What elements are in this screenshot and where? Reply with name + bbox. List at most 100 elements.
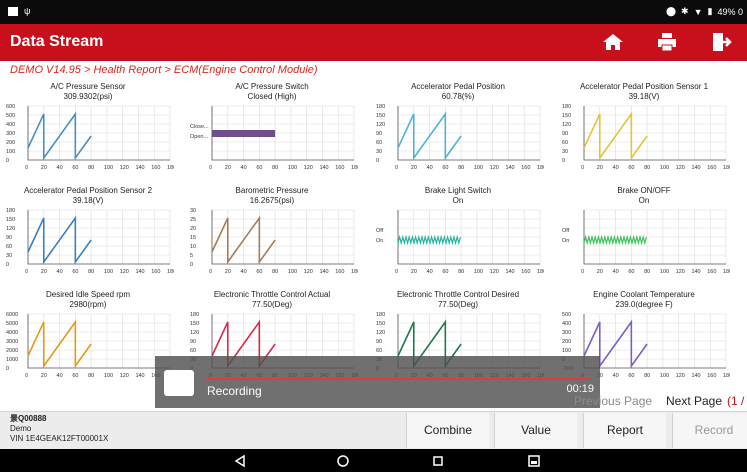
chart-plot: Close... Open... 0 20 40 60 80 100 120 140 160 180: [190, 105, 358, 171]
chart-value: 77.50(Deg): [251, 300, 293, 309]
x-tick-label: 80: [88, 373, 94, 379]
y-tick-label: 120: [6, 226, 15, 232]
combine-button[interactable]: Combine: [406, 413, 489, 448]
x-tick-label: 100: [104, 165, 113, 171]
y-tick-label: 0: [376, 158, 379, 164]
chart-plot: Off On 0 20 40 60 80 100 120 140 160 180: [376, 209, 544, 275]
x-tick-label: 160: [335, 269, 344, 275]
x-tick-label: 40: [613, 373, 619, 379]
y-tick-label: 60: [376, 348, 382, 354]
x-tick-label: 60: [628, 373, 634, 379]
chart-title: Accelerator Pedal Position Sensor 1: [579, 82, 709, 91]
data-stream-chart[interactable]: Brake Light Switch On Off On 0 20 40 60 80 100 120…: [372, 186, 544, 286]
chart-value: 239.0(degree F): [615, 300, 673, 309]
x-tick-label: 100: [104, 269, 113, 275]
page-title: Data Stream: [10, 33, 104, 50]
chart-title: Engine Coolant Temperature: [593, 290, 695, 299]
y-tick-label: 180: [376, 312, 385, 318]
notification-icon: [8, 6, 18, 16]
x-tick-label: 140: [691, 373, 700, 379]
home-icon[interactable]: [600, 30, 626, 54]
chart-plot: 180 150 120 90 60 30 0 0 20 40 60 80 100 120 140 160 180: [6, 208, 174, 275]
screenshot-icon[interactable]: [527, 454, 541, 468]
chart-title: Accelerator Pedal Position Sensor 2: [23, 186, 153, 195]
x-tick-label: 180: [351, 165, 358, 171]
data-stream-chart[interactable]: A/C Pressure Sensor 309.9302(psi) 600 500 40…: [2, 82, 174, 182]
x-tick-label: 140: [135, 373, 144, 379]
x-tick-label: 80: [272, 269, 278, 275]
stop-recording-button[interactable]: [164, 370, 194, 396]
chart-plot: 180 150 120 90 60 30 0 0 20 40 60 80 100 120 140 160 180: [376, 104, 544, 171]
y-tick-label: 300: [6, 131, 15, 137]
x-tick-label: 140: [319, 165, 328, 171]
data-stream-chart[interactable]: Barometric Pressure 16.2675(psi) 30 25 20 15 1…: [186, 186, 358, 286]
chart-plot: 180 150 120 90 60 30 0 0 20 40 60 80 100 120 140 160 180: [562, 104, 730, 171]
x-tick-label: 120: [304, 165, 313, 171]
x-tick-label: 20: [597, 269, 603, 275]
data-stream-chart[interactable]: Accelerator Pedal Position 60.78(%) 180 150…: [372, 82, 544, 182]
x-tick-label: 20: [411, 165, 417, 171]
x-tick-label: 0: [25, 373, 28, 379]
home-nav-icon[interactable]: [336, 454, 350, 468]
y-tick-label: Close...: [190, 124, 209, 130]
y-tick-label: 180: [190, 312, 199, 318]
next-page-button[interactable]: Next Page: [666, 394, 722, 408]
data-stream-chart[interactable]: Brake ON/OFF On Off On 0 20 40 60 80 100 120 140 160…: [558, 186, 730, 286]
y-tick-label: 180: [562, 104, 571, 110]
x-tick-label: 180: [167, 165, 174, 171]
recents-icon[interactable]: [431, 454, 445, 468]
x-tick-label: 180: [723, 373, 730, 379]
y-tick-label: 200: [562, 339, 571, 345]
x-tick-label: 80: [88, 269, 94, 275]
y-tick-label: 120: [190, 330, 199, 336]
record-button[interactable]: Record: [672, 413, 747, 448]
y-tick-label: 90: [6, 235, 12, 241]
vehicle-id: 景Q00888: [10, 414, 47, 423]
data-stream-chart[interactable]: Desired Idle Speed rpm 2980(rpm) 6000 5000 4…: [2, 290, 174, 390]
back-icon[interactable]: [233, 454, 247, 468]
chart-value: On: [452, 196, 464, 205]
y-tick-label: 500: [6, 113, 15, 119]
chart-title: Desired Idle Speed rpm: [45, 290, 131, 299]
value-button[interactable]: Value: [494, 413, 577, 448]
data-stream-chart[interactable]: Accelerator Pedal Position Sensor 1 39.18…: [558, 82, 730, 182]
y-tick-label: 120: [376, 330, 385, 336]
chart-plot: 30 25 20 15 10 5 0 0 20 40 60 80 100 120 140 160 180: [190, 208, 358, 275]
y-tick-label: 120: [376, 122, 385, 128]
chart-title: Accelerator Pedal Position: [411, 82, 505, 91]
chart-plot: 6000 5000 4000 3000 2000 1000 0 0 20 40 60 80 100 120…: [6, 312, 174, 379]
x-tick-label: 180: [537, 165, 544, 171]
x-tick-label: 0: [25, 165, 28, 171]
x-tick-label: 120: [120, 269, 129, 275]
title-bar: Data Stream: [0, 24, 747, 61]
y-tick-label: 90: [376, 131, 382, 137]
x-tick-label: 60: [256, 165, 262, 171]
x-tick-label: 100: [288, 269, 297, 275]
data-stream-chart[interactable]: Accelerator Pedal Position Sensor 2 39.18…: [2, 186, 174, 286]
series-wave: [583, 234, 647, 246]
y-tick-label: 150: [190, 321, 199, 327]
chart-value: 77.50(Deg): [437, 300, 479, 309]
series-wave: [397, 234, 461, 246]
exit-icon[interactable]: [707, 30, 733, 54]
chart-value: On: [638, 196, 650, 205]
x-tick-label: 60: [442, 269, 448, 275]
y-tick-label: 60: [376, 140, 382, 146]
x-tick-label: 80: [458, 269, 464, 275]
y-tick-label: 300: [562, 330, 571, 336]
report-button[interactable]: Report: [583, 413, 666, 448]
x-tick-label: 180: [537, 269, 544, 275]
bluetooth-icon: ✱: [681, 6, 689, 16]
chart-title: A/C Pressure Sensor: [50, 82, 126, 91]
y-tick-label: 0: [6, 158, 9, 164]
print-icon[interactable]: [654, 30, 680, 54]
previous-page-button[interactable]: Previous Page: [574, 394, 652, 408]
y-tick-label: 500: [562, 312, 571, 318]
data-stream-chart[interactable]: A/C Pressure Switch Closed (High) Close...…: [186, 82, 358, 182]
x-tick-label: 80: [88, 165, 94, 171]
chart-title: Brake Light Switch: [424, 186, 492, 195]
y-tick-label: 100: [562, 348, 571, 354]
x-tick-label: 80: [644, 165, 650, 171]
chart-value: 39.18(V): [72, 196, 104, 205]
x-tick-label: 40: [241, 269, 247, 275]
